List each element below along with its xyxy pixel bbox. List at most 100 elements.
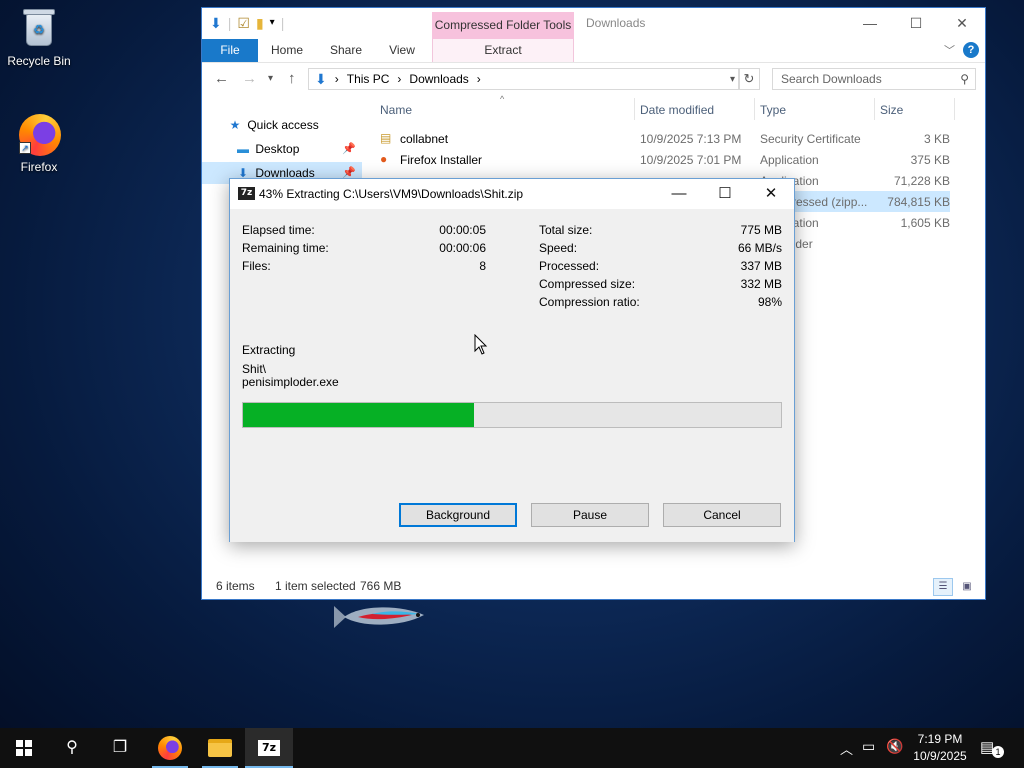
table-row[interactable]: ● Firefox Installer 10/9/2025 7:01 PM Ap… [372, 149, 950, 170]
column-date-modified[interactable]: Date modified [640, 103, 714, 117]
up-arrow-icon[interactable]: ↑ [288, 70, 296, 87]
tab-share[interactable]: Share [322, 39, 370, 62]
tab-extract[interactable]: Extract [432, 39, 574, 62]
taskbar-file-explorer[interactable] [196, 728, 244, 768]
file-size: 784,815 KB [887, 195, 950, 209]
folder-icon [208, 739, 232, 757]
processed-label: Processed: [539, 259, 600, 273]
ribbon-tabs: File Home Share View Extract ﹀ ? [202, 39, 985, 63]
desktop: { "desktop": { "icons": [ {"label": "Rec… [0, 0, 1024, 768]
nav-item-desktop[interactable]: ▬ Desktop 📌 [202, 138, 362, 160]
minimize-icon[interactable]: — [656, 179, 702, 209]
current-file-path: Shit\ penisimploder.exe [242, 363, 339, 389]
tab-home[interactable]: Home [264, 39, 310, 62]
column-type[interactable]: Type [760, 103, 786, 117]
background-button[interactable]: Background [399, 503, 517, 527]
address-dropdown-icon[interactable]: ▾ [730, 74, 735, 85]
customize-quick-access-icon[interactable]: ▾ [270, 14, 275, 32]
current-file: penisimploder.exe [242, 375, 339, 389]
firefox-icon [158, 736, 182, 760]
dialog-body: Elapsed time: 00:00:05 Remaining time: 0… [230, 209, 794, 542]
search-input[interactable]: Search Downloads ⚲ [772, 68, 976, 90]
show-hidden-icons-icon[interactable]: ︿ [840, 739, 853, 758]
dialog-title: 43% Extracting C:\Users\VM9\Downloads\Sh… [259, 187, 524, 201]
cancel-button[interactable]: Cancel [663, 503, 781, 527]
network-icon[interactable]: ▭ [862, 738, 875, 755]
action-center-button[interactable]: ▤ 1 [980, 738, 1004, 758]
breadcrumb-downloads[interactable]: Downloads [409, 72, 468, 86]
volume-muted-icon[interactable]: 🔇 [886, 738, 903, 755]
breadcrumb-separator-icon: › [476, 72, 481, 86]
remaining-time-label: Remaining time: [242, 241, 329, 255]
recent-locations-icon[interactable]: ▾ [268, 73, 273, 84]
help-icon[interactable]: ? [963, 42, 979, 58]
processed-value: 337 MB [740, 259, 782, 273]
context-tab-header: Compressed Folder Tools [432, 12, 574, 39]
remaining-time-value: 00:00:06 [439, 241, 486, 255]
mouse-cursor-icon [474, 334, 488, 355]
sort-ascending-icon: ^ [500, 94, 505, 104]
properties-icon[interactable]: ☑ [237, 14, 250, 32]
explorer-title-bar[interactable]: ⬇ | ☑ ▮ ▾ | Compressed Folder Tools Down… [202, 8, 985, 39]
file-list-header: Name ^ Date modified Type Size [372, 94, 972, 122]
taskbar-firefox[interactable] [146, 728, 194, 768]
clock-date: 10/9/2025 [913, 749, 967, 763]
nav-label: Quick access [247, 118, 319, 132]
firefox-label: Firefox [20, 160, 58, 174]
taskbar-7zip[interactable]: 7z [245, 728, 293, 768]
file-size: 1,605 KB [900, 216, 950, 230]
window-title: Downloads [586, 16, 646, 30]
firefox-shortcut[interactable]: ↗ Firefox [1, 112, 77, 174]
recycle-bin-label: Recycle Bin [7, 54, 71, 68]
windows-logo-icon [16, 740, 32, 756]
files-label: Files: [242, 259, 271, 273]
maximize-icon[interactable]: ☐ [702, 179, 748, 209]
dialog-title-bar[interactable]: 7z 43% Extracting C:\Users\VM9\Downloads… [230, 179, 794, 209]
taskbar: ⚲ ❐ 7z ︿ ▭ 🔇 7:19 PM 10/9/2025 ▤ 1 [0, 728, 1024, 768]
system-clock[interactable]: 7:19 PM 10/9/2025 [908, 731, 972, 765]
pause-button[interactable]: Pause [531, 503, 649, 527]
nav-item-quick-access[interactable]: ★ Quick access [202, 114, 362, 136]
compression-ratio-value: 98% [757, 295, 782, 309]
firefox-icon: ↗ [17, 112, 61, 156]
breadcrumb-separator-icon: › [397, 72, 402, 86]
new-folder-icon[interactable]: ▮ [256, 14, 264, 32]
back-arrow-icon[interactable]: ← [214, 70, 229, 87]
details-view-icon[interactable]: ☰ [933, 578, 953, 596]
progress-bar-fill [243, 403, 475, 427]
close-icon[interactable]: ✕ [748, 179, 794, 209]
close-icon[interactable]: ✕ [939, 8, 985, 38]
maximize-icon[interactable]: ☐ [893, 8, 939, 38]
search-placeholder: Search Downloads [781, 72, 882, 86]
status-item-count: 6 items [216, 579, 255, 593]
table-row[interactable]: ▤ collabnet 10/9/2025 7:13 PM Security C… [372, 128, 950, 149]
task-view-button[interactable]: ❐ [96, 728, 144, 768]
start-button[interactable] [0, 728, 48, 768]
expand-ribbon-icon[interactable]: ﹀ [944, 42, 955, 58]
task-view-icon: ❐ [112, 739, 128, 756]
file-type: Security Certificate [760, 132, 861, 146]
7zip-logo-icon: 7z [238, 187, 255, 200]
large-icons-view-icon[interactable]: ▣ [957, 578, 977, 596]
firefox-icon: ● [380, 152, 388, 166]
file-name: Firefox Installer [400, 153, 483, 167]
compressed-size-value: 332 MB [740, 277, 782, 291]
column-size[interactable]: Size [880, 103, 903, 117]
recycle-bin-shortcut[interactable]: ♻ Recycle Bin [1, 6, 77, 68]
file-date: 10/9/2025 7:01 PM [640, 153, 742, 167]
compression-ratio-label: Compression ratio: [539, 295, 640, 309]
compressed-size-label: Compressed size: [539, 277, 636, 291]
total-size-label: Total size: [539, 223, 593, 237]
refresh-icon[interactable]: ↻ [738, 68, 760, 90]
desktop-icon: ▬ [237, 142, 249, 156]
column-name[interactable]: Name [380, 103, 412, 117]
tab-view[interactable]: View [380, 39, 424, 62]
search-button[interactable]: ⚲ [48, 728, 96, 768]
forward-arrow-icon[interactable]: → [242, 70, 257, 87]
address-bar[interactable]: ⬇ › This PC › Downloads › ▾ [308, 68, 740, 90]
minimize-icon[interactable]: — [847, 8, 893, 38]
breadcrumb-separator-icon: › [334, 72, 339, 86]
breadcrumb-this-pc[interactable]: This PC [347, 72, 390, 86]
file-date: 10/9/2025 7:13 PM [640, 132, 742, 146]
tab-file[interactable]: File [202, 39, 258, 62]
